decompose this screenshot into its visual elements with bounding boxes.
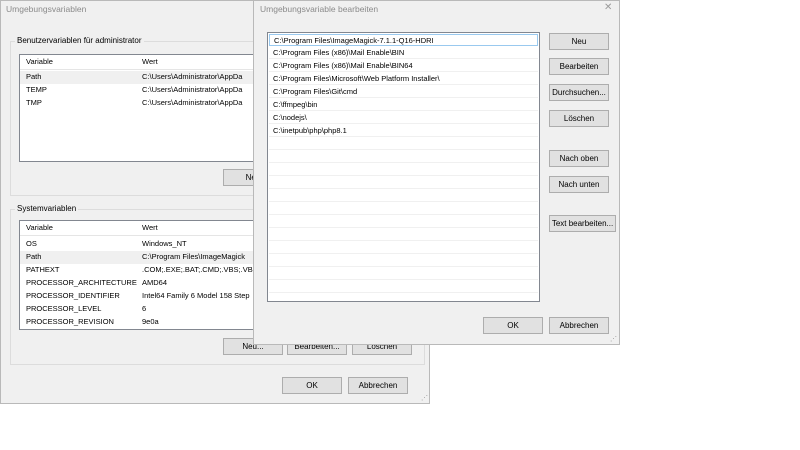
variable-name: Path: [26, 72, 42, 81]
resize-grip-icon[interactable]: ⋰: [421, 395, 429, 403]
column-header-variable[interactable]: Variable: [26, 223, 53, 232]
variable-name: OS: [26, 239, 37, 248]
path-entry: C:\Program Files (x86)\Mail Enable\BIN64: [273, 61, 413, 70]
empty-list-row: [269, 203, 538, 215]
column-header-variable[interactable]: Variable: [26, 57, 53, 66]
edit-text-button[interactable]: Text bearbeiten...: [549, 215, 616, 232]
path-entry: C:\ffmpeg\bin: [273, 100, 318, 109]
variable-name: TEMP: [26, 85, 47, 94]
path-entry: C:\Program Files (x86)\Mail Enable\BIN: [273, 48, 405, 57]
dialog-cancel-button[interactable]: Abbrechen: [549, 317, 609, 334]
empty-list-row: [269, 281, 538, 293]
list-item[interactable]: C:\Program Files (x86)\Mail Enable\BIN: [269, 47, 538, 59]
list-item[interactable]: C:\inetpub\php\php8.1: [269, 125, 538, 137]
move-down-button[interactable]: Nach unten: [549, 176, 609, 193]
empty-list-row: [269, 216, 538, 228]
table-row[interactable]: TEMP C:\Users\Administrator\AppDa: [20, 84, 258, 97]
table-row[interactable]: Path C:\Users\Administrator\AppDa: [20, 71, 258, 84]
variable-value: Windows_NT: [142, 239, 187, 248]
list-item[interactable]: C:\Program Files\Microsoft\Web Platform …: [269, 73, 538, 85]
path-entry: C:\inetpub\php\php8.1: [273, 126, 347, 135]
variable-name: PROCESSOR_IDENTIFIER: [26, 291, 120, 300]
path-entry: C:\nodejs\: [273, 113, 307, 122]
path-entry: C:\Program Files\Git\cmd: [273, 87, 358, 96]
new-entry-button[interactable]: Neu: [549, 33, 609, 50]
edit-variable-dialog: Umgebungsvariable bearbeiten ✕ C:\Progra…: [253, 0, 620, 345]
close-icon[interactable]: ✕: [604, 2, 612, 13]
table-row[interactable]: PROCESSOR_IDENTIFIER Intel64 Family 6 Mo…: [20, 290, 258, 303]
variable-name: TMP: [26, 98, 42, 107]
move-up-button[interactable]: Nach oben: [549, 150, 609, 167]
table-row[interactable]: PROCESSOR_REVISION 9e0a: [20, 316, 258, 329]
path-entry: C:\Program Files\ImageMagick-7.1.1-Q16-H…: [274, 36, 434, 45]
delete-entry-button[interactable]: Löschen: [549, 110, 609, 127]
variable-value: Intel64 Family 6 Model 158 Step: [142, 291, 250, 300]
dialog-ok-button[interactable]: OK: [483, 317, 543, 334]
list-item[interactable]: C:\Program Files\ImageMagick-7.1.1-Q16-H…: [269, 34, 538, 46]
table-row[interactable]: PROCESSOR_ARCHITECTURE AMD64: [20, 277, 258, 290]
variable-value: AMD64: [142, 278, 168, 287]
table-row[interactable]: PATHEXT .COM;.EXE;.BAT;.CMD;.VBS;.VBI: [20, 264, 258, 277]
list-item[interactable]: C:\Program Files (x86)\Mail Enable\BIN64: [269, 60, 538, 72]
empty-list-row: [269, 268, 538, 280]
variable-value: 6: [142, 304, 147, 313]
user-variables-label: Benutzervariablen für administrator: [15, 36, 144, 45]
variable-name: Path: [26, 252, 42, 261]
empty-list-row: [269, 229, 538, 241]
user-variables-list[interactable]: Variable Wert Path C:\Users\Administrato…: [19, 54, 259, 162]
list-item[interactable]: C:\nodejs\: [269, 112, 538, 124]
path-entries-list[interactable]: C:\Program Files\ImageMagick-7.1.1-Q16-H…: [267, 32, 540, 302]
header-divider: [20, 69, 258, 70]
variable-name: PROCESSOR_ARCHITECTURE: [26, 278, 137, 287]
table-row[interactable]: PROCESSOR_LEVEL 6: [20, 303, 258, 316]
table-row[interactable]: Path C:\Program Files\ImageMagick: [20, 251, 258, 264]
empty-list-row: [269, 138, 538, 150]
variable-name: PROCESSOR_REVISION: [26, 317, 114, 326]
list-item[interactable]: C:\ffmpeg\bin: [269, 99, 538, 111]
table-row[interactable]: OS Windows_NT: [20, 238, 258, 251]
user-variables-group: Benutzervariablen für administrator Vari…: [10, 36, 283, 196]
variable-value: C:\Program Files\ImageMagick: [142, 252, 245, 261]
ok-button[interactable]: OK: [282, 377, 342, 394]
path-entry: C:\Program Files\Microsoft\Web Platform …: [273, 74, 440, 83]
browse-button[interactable]: Durchsuchen...: [549, 84, 609, 101]
empty-list-row: [269, 151, 538, 163]
dialog-title: Umgebungsvariable bearbeiten: [260, 4, 379, 14]
empty-list-row: [269, 164, 538, 176]
variable-value: 9e0a: [142, 317, 159, 326]
variable-name: PROCESSOR_LEVEL: [26, 304, 102, 313]
variable-value: .COM;.EXE;.BAT;.CMD;.VBS;.VBI: [142, 265, 255, 274]
window-title: Umgebungsvariablen: [6, 4, 87, 14]
column-header-value[interactable]: Wert: [142, 223, 158, 232]
variable-value: C:\Users\Administrator\AppDa: [142, 72, 243, 81]
edit-entry-button[interactable]: Bearbeiten: [549, 58, 609, 75]
empty-list-row: [269, 190, 538, 202]
cancel-button[interactable]: Abbrechen: [348, 377, 408, 394]
variable-value: C:\Users\Administrator\AppDa: [142, 98, 243, 107]
empty-list-row: [269, 177, 538, 189]
list-item[interactable]: C:\Program Files\Git\cmd: [269, 86, 538, 98]
system-variables-list[interactable]: Variable Wert OS Windows_NT Path C:\Prog…: [19, 220, 259, 330]
empty-list-row: [269, 255, 538, 267]
empty-list-row: [269, 242, 538, 254]
header-divider: [20, 235, 258, 236]
table-row[interactable]: TMP C:\Users\Administrator\AppDa: [20, 97, 258, 110]
variable-name: PATHEXT: [26, 265, 60, 274]
resize-grip-icon[interactable]: ⋰: [610, 336, 618, 344]
system-variables-label: Systemvariablen: [15, 204, 79, 213]
variable-value: C:\Users\Administrator\AppDa: [142, 85, 243, 94]
column-header-value[interactable]: Wert: [142, 57, 158, 66]
